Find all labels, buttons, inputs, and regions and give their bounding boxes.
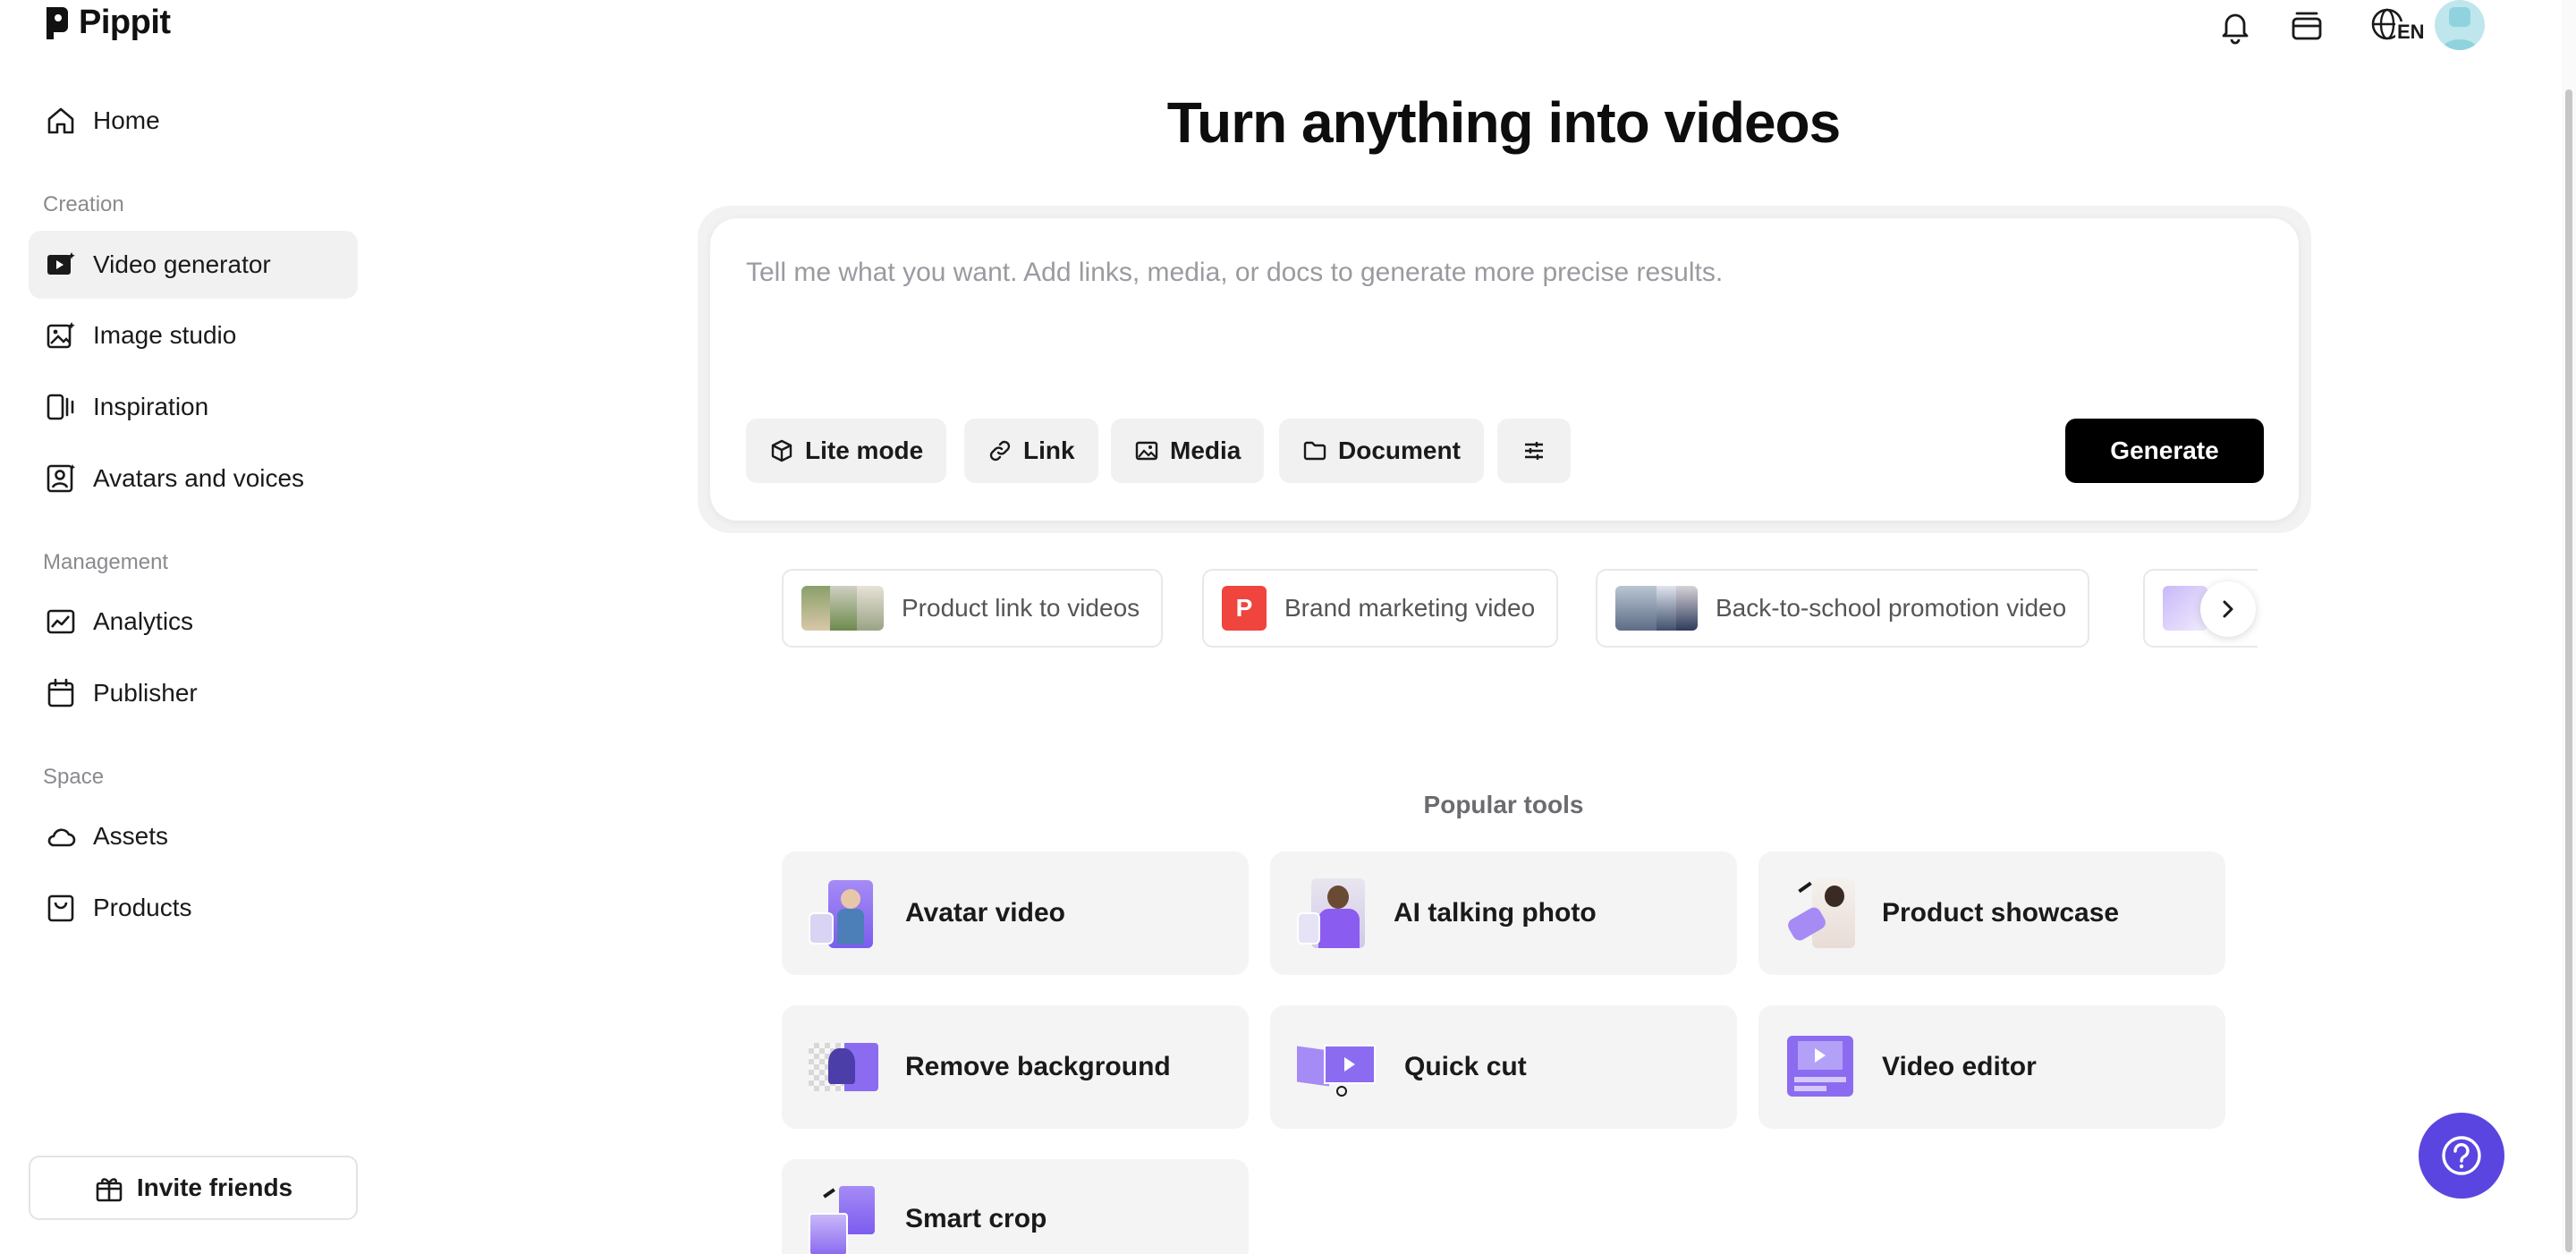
sidebar-item-label: Publisher bbox=[93, 679, 198, 707]
tool-label: AI talking photo bbox=[1394, 898, 1597, 928]
folder-icon bbox=[1303, 441, 1326, 461]
chip-label: Media bbox=[1170, 436, 1241, 464]
product-bag-icon bbox=[43, 890, 79, 926]
image-sparkle-icon bbox=[43, 318, 79, 353]
tool-avatar-video[interactable]: Avatar video bbox=[782, 852, 1249, 975]
notifications-button[interactable] bbox=[2213, 4, 2258, 48]
tool-product-showcase[interactable]: Product showcase bbox=[1758, 852, 2225, 975]
app-logo[interactable]: Pippit bbox=[43, 4, 171, 42]
tool-label: Avatar video bbox=[905, 898, 1065, 928]
tool-ai-talking-photo[interactable]: AI talking photo bbox=[1270, 852, 1737, 975]
chip-label: Link bbox=[1023, 436, 1075, 464]
help-button[interactable] bbox=[2419, 1113, 2504, 1199]
suggestion-product-link[interactable]: Product link to videos bbox=[782, 569, 1164, 648]
remove-background-thumbnail bbox=[809, 1032, 878, 1102]
image-icon bbox=[1135, 441, 1158, 461]
suggestion-brand-marketing[interactable]: P Brand marketing video bbox=[1202, 569, 1559, 648]
sidebar-item-label: Inspiration bbox=[93, 393, 209, 420]
prompt-card: Lite mode Link Media Document Generate bbox=[710, 218, 2299, 521]
sidebar-item-inspiration[interactable]: Inspiration bbox=[29, 373, 358, 441]
chip-label: Document bbox=[1338, 436, 1461, 464]
avatar[interactable] bbox=[2435, 0, 2485, 50]
link-button[interactable]: Link bbox=[964, 419, 1098, 483]
calendar-icon bbox=[43, 675, 79, 711]
question-icon bbox=[2442, 1136, 2481, 1175]
section-label-management: Management bbox=[43, 550, 169, 574]
tool-label: Quick cut bbox=[1404, 1052, 1527, 1081]
subscription-icon bbox=[2292, 12, 2322, 40]
chevron-right-icon bbox=[2223, 600, 2233, 618]
page-title: Turn anything into videos bbox=[1166, 90, 1841, 155]
analytics-icon bbox=[43, 604, 79, 640]
settings-button[interactable] bbox=[1497, 419, 1571, 483]
tool-smart-crop[interactable]: Smart crop bbox=[782, 1159, 1249, 1254]
smart-crop-thumbnail bbox=[809, 1186, 878, 1254]
sidebar-item-label: Video generator bbox=[93, 250, 271, 278]
link-icon bbox=[989, 440, 1011, 462]
tool-video-editor[interactable]: Video editor bbox=[1758, 1005, 2225, 1129]
scrollbar-thumb[interactable] bbox=[2565, 89, 2572, 1252]
section-label-creation: Creation bbox=[43, 192, 124, 216]
section-label-space: Space bbox=[43, 765, 105, 789]
badge-letter: P bbox=[1235, 594, 1253, 622]
tool-label: Smart crop bbox=[905, 1204, 1047, 1233]
sidebar-item-products[interactable]: Products bbox=[29, 874, 358, 942]
inspiration-icon bbox=[43, 389, 79, 425]
language-button[interactable]: EN bbox=[2358, 4, 2427, 48]
video-editor-thumbnail bbox=[1785, 1032, 1855, 1102]
suggestion-label: Back-to-school promotion video bbox=[1716, 594, 2067, 622]
sidebar-item-avatars-voices[interactable]: Avatars and voices bbox=[29, 445, 358, 513]
sidebar-item-video-generator[interactable]: Video generator bbox=[29, 231, 358, 299]
invite-friends-label: Invite friends bbox=[136, 1174, 293, 1201]
language-code: EN bbox=[2395, 21, 2427, 43]
sidebar: Pippit Home Creation Video generator Ima… bbox=[0, 0, 376, 1254]
app-name: Pippit bbox=[79, 4, 171, 41]
suggestion-label: Product link to videos bbox=[902, 594, 1140, 622]
sidebar-item-label: Avatars and voices bbox=[93, 464, 305, 492]
sidebar-item-analytics[interactable]: Analytics bbox=[29, 588, 358, 656]
popular-tools-title: Popular tools bbox=[1423, 791, 1584, 818]
sidebar-item-label: Image studio bbox=[93, 321, 237, 349]
subscription-button[interactable] bbox=[2284, 4, 2329, 48]
user-avatar-icon bbox=[2442, 7, 2478, 50]
bell-icon bbox=[2222, 13, 2249, 45]
lite-mode-button[interactable]: Lite mode bbox=[746, 419, 947, 483]
gift-icon bbox=[96, 1178, 123, 1202]
suggestions-next-button[interactable] bbox=[2200, 581, 2256, 637]
tool-label: Product showcase bbox=[1882, 898, 2120, 928]
cube-icon bbox=[771, 439, 792, 462]
prompt-input[interactable] bbox=[746, 258, 2267, 288]
avatar-video-thumbnail bbox=[809, 878, 878, 948]
tool-quick-cut[interactable]: Quick cut bbox=[1270, 1005, 1737, 1129]
quick-cut-thumbnail bbox=[1297, 1032, 1377, 1102]
settings-sliders-icon bbox=[1525, 442, 1543, 460]
thumbnail bbox=[801, 586, 884, 631]
tool-label: Remove background bbox=[905, 1052, 1171, 1081]
suggestion-label: Brand marketing video bbox=[1284, 594, 1536, 622]
suggestion-row: Product link to videos P Brand marketing… bbox=[782, 569, 2258, 649]
video-play-icon bbox=[43, 247, 79, 283]
avatar-icon bbox=[43, 461, 79, 496]
sidebar-item-publisher[interactable]: Publisher bbox=[29, 659, 358, 727]
p-badge-icon: P bbox=[1222, 586, 1267, 631]
thumbnail bbox=[1615, 586, 1698, 631]
invite-friends-button[interactable]: Invite friends bbox=[29, 1156, 358, 1220]
chip-label: Lite mode bbox=[805, 436, 924, 464]
pippit-logo-icon bbox=[47, 6, 68, 39]
tool-label: Video editor bbox=[1882, 1052, 2037, 1081]
sidebar-item-image-studio[interactable]: Image studio bbox=[29, 301, 358, 369]
document-button[interactable]: Document bbox=[1279, 419, 1484, 483]
generate-button[interactable]: Generate bbox=[2065, 419, 2264, 483]
media-button[interactable]: Media bbox=[1111, 419, 1265, 483]
product-showcase-thumbnail bbox=[1785, 878, 1855, 948]
sidebar-item-label: Assets bbox=[93, 822, 169, 850]
sidebar-item-label: Analytics bbox=[93, 607, 194, 635]
talking-photo-thumbnail bbox=[1297, 878, 1367, 948]
suggestion-back-to-school[interactable]: Back-to-school promotion video bbox=[1596, 569, 2090, 648]
sidebar-item-label: Products bbox=[93, 894, 192, 921]
cloud-icon bbox=[43, 818, 79, 854]
tool-remove-background[interactable]: Remove background bbox=[782, 1005, 1249, 1129]
